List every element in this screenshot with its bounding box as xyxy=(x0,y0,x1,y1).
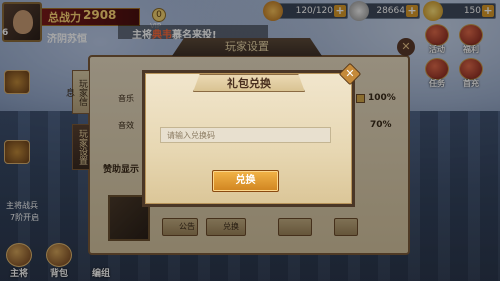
close-icon: ✕ xyxy=(345,67,355,80)
dialog-title: 礼包兑换 xyxy=(193,74,305,92)
redeem-submit-button[interactable]: 兑换 xyxy=(212,170,279,192)
redeem-code-input[interactable] xyxy=(160,127,331,143)
